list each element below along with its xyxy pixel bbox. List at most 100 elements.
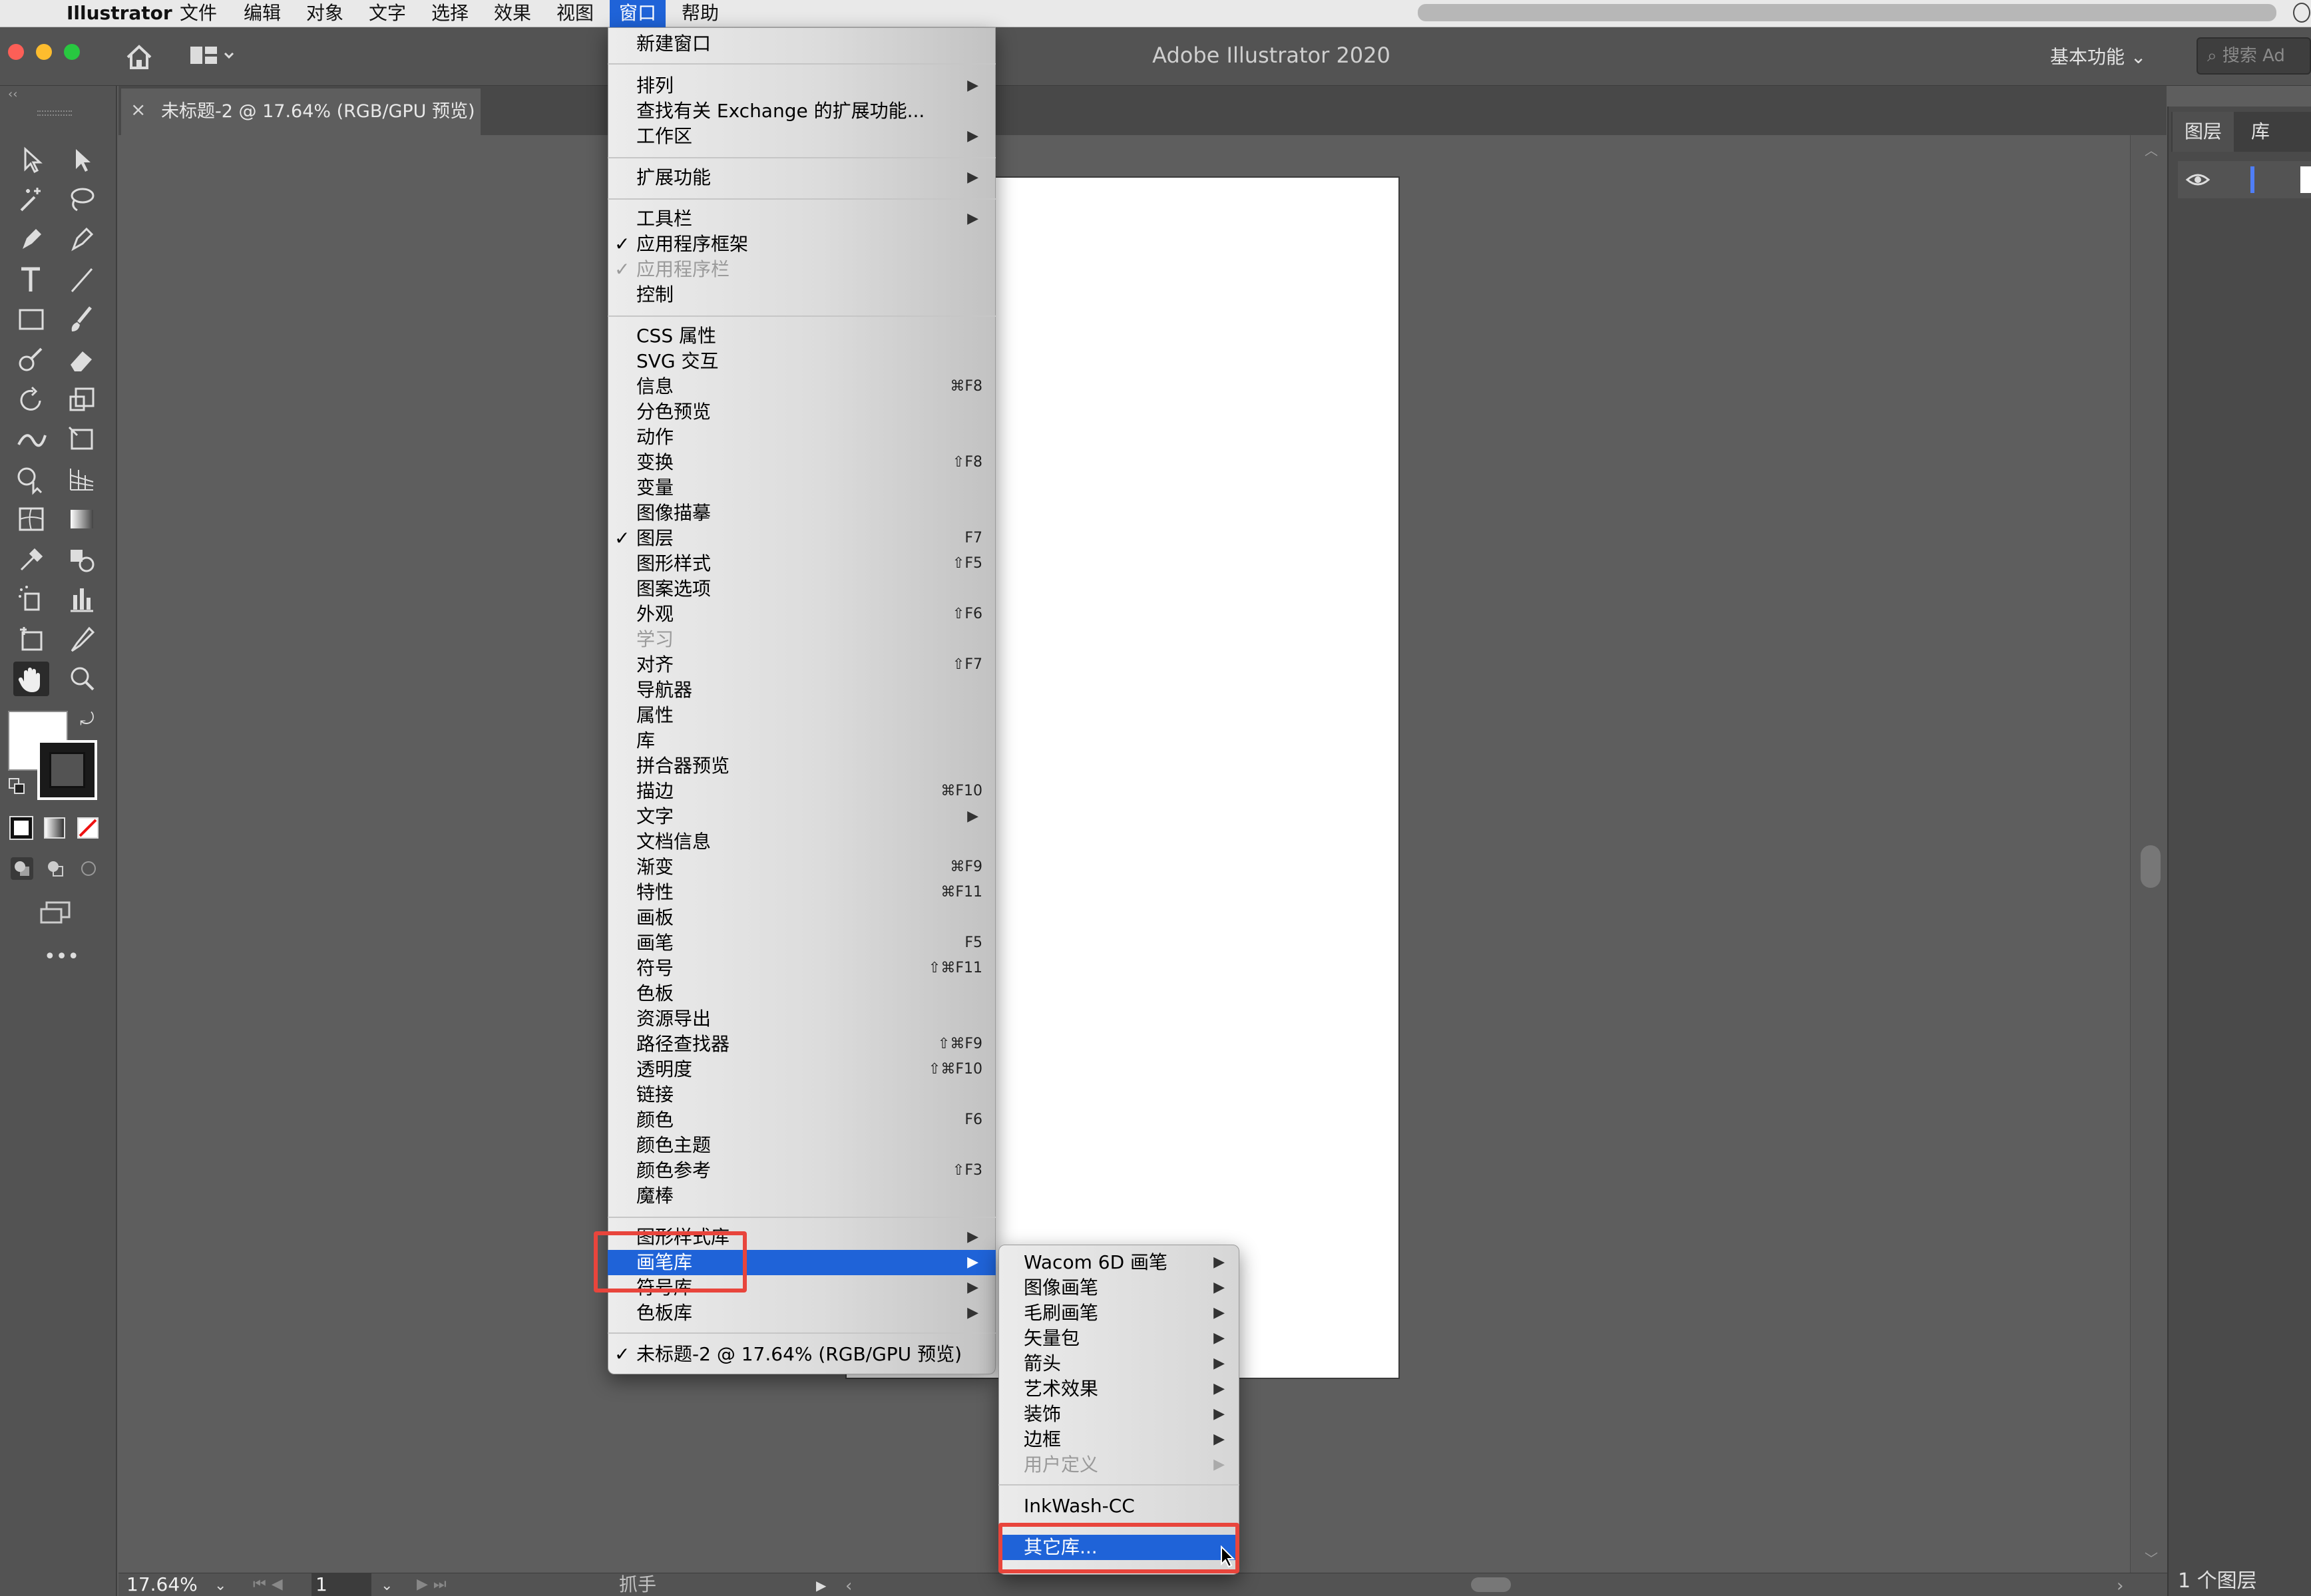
close-tab-icon[interactable]: × xyxy=(130,99,146,121)
paintbrush-tool-icon[interactable] xyxy=(64,302,100,337)
blend-tool-icon[interactable] xyxy=(64,542,100,576)
hand-tool-icon[interactable] xyxy=(13,662,49,696)
type-tool-icon[interactable] xyxy=(13,262,49,297)
draw-normal-icon[interactable] xyxy=(11,857,33,880)
tab-layers[interactable]: 图层 xyxy=(2173,112,2234,152)
magic-wand-tool-icon[interactable] xyxy=(13,182,49,217)
tab-libraries[interactable]: 库 xyxy=(2239,112,2282,152)
submenu-item-wacom-6d[interactable]: Wacom 6D 画笔 ▶ xyxy=(998,1250,1239,1275)
menu-item-open-document[interactable]: ✓ 未标题-2 @ 17.64% (RGB/GPU 预览) xyxy=(608,1342,996,1367)
menu-item-attributes[interactable]: 特性 ⌘F11 xyxy=(608,880,996,905)
workspace-switcher[interactable]: 基本功能 ⌄ xyxy=(2050,43,2183,69)
zoom-dropdown-icon[interactable]: ⌄ xyxy=(214,1577,230,1594)
menu-item-stroke[interactable]: 描边 ⌘F10 xyxy=(608,779,996,804)
menu-item-appearance[interactable]: 外观 ⇧F6 xyxy=(608,602,996,627)
scroll-right-icon[interactable]: › xyxy=(2117,1576,2130,1596)
menu-window[interactable]: 窗口 xyxy=(610,0,666,27)
close-window-button[interactable] xyxy=(8,44,24,60)
status-menu-icon[interactable]: ▶ xyxy=(816,1577,829,1593)
symbol-sprayer-tool-icon[interactable] xyxy=(13,582,49,616)
menu-item-separations-preview[interactable]: 分色预览 xyxy=(608,399,996,425)
artboard-dropdown-icon[interactable]: ⌄ xyxy=(381,1577,397,1594)
menu-edit[interactable]: 编辑 xyxy=(234,0,290,27)
slice-tool-icon[interactable] xyxy=(64,622,100,656)
gradient-tool-icon[interactable] xyxy=(64,502,100,536)
menu-item-type[interactable]: 文字 ▶ xyxy=(608,804,996,829)
menu-item-transparency[interactable]: 透明度 ⇧⌘F10 xyxy=(608,1057,996,1082)
menu-item-layers[interactable]: ✓ 图层 F7 xyxy=(608,526,996,551)
menu-item-image-trace[interactable]: 图像描摹 xyxy=(608,500,996,526)
swap-fill-stroke-icon[interactable]: ⤾ xyxy=(80,709,100,729)
apple-icon[interactable] xyxy=(20,1,39,24)
vertical-scroll-thumb[interactable] xyxy=(2141,845,2161,888)
menu-item-flattener-preview[interactable]: 拼合器预览 xyxy=(608,753,996,779)
menu-item-gradient[interactable]: 渐变 ⌘F9 xyxy=(608,855,996,880)
menu-item-document-info[interactable]: 文档信息 xyxy=(608,829,996,855)
menu-item-css-properties[interactable]: CSS 属性 xyxy=(608,323,996,349)
menu-item-asset-export[interactable]: 资源导出 xyxy=(608,1006,996,1032)
width-tool-icon[interactable] xyxy=(13,422,49,457)
menu-item-magic-wand[interactable]: 魔棒 xyxy=(608,1183,996,1209)
horizontal-scroll-thumb[interactable] xyxy=(1471,1577,1511,1592)
menu-help[interactable]: 帮助 xyxy=(672,0,728,27)
submenu-item-decorative[interactable]: 装饰 ▶ xyxy=(998,1402,1239,1427)
arrange-documents-icon[interactable] xyxy=(189,44,237,68)
menu-item-arrange[interactable]: 排列 ▶ xyxy=(608,73,996,99)
collapse-panel-icon[interactable]: ‹‹ xyxy=(8,89,28,100)
menu-item-links[interactable]: 链接 xyxy=(608,1082,996,1107)
draw-behind-icon[interactable] xyxy=(44,857,67,880)
curvature-tool-icon[interactable] xyxy=(64,222,100,257)
menu-item-artboards[interactable]: 画板 xyxy=(608,905,996,930)
gradient-mode-icon[interactable] xyxy=(44,817,65,839)
zoom-tool-icon[interactable] xyxy=(64,662,100,696)
shaper-tool-icon[interactable] xyxy=(13,342,49,377)
grip-handle[interactable] xyxy=(37,110,72,116)
perspective-grid-tool-icon[interactable] xyxy=(64,462,100,497)
menu-effect[interactable]: 效果 xyxy=(485,0,540,27)
free-transform-tool-icon[interactable] xyxy=(64,422,100,457)
visibility-eye-icon[interactable] xyxy=(2185,166,2211,193)
draw-inside-icon[interactable] xyxy=(77,857,100,880)
screen-mode-icon[interactable] xyxy=(37,898,75,926)
menu-item-graphic-styles[interactable]: 图形样式 ⇧F5 xyxy=(608,551,996,576)
menu-item-info[interactable]: 信息 ⌘F8 xyxy=(608,374,996,399)
scale-tool-icon[interactable] xyxy=(64,382,100,417)
menu-item-transform[interactable]: 变换 ⇧F8 xyxy=(608,450,996,475)
submenu-item-arrows[interactable]: 箭头 ▶ xyxy=(998,1351,1239,1376)
submenu-item-borders[interactable]: 边框 ▶ xyxy=(998,1427,1239,1452)
more-tools-icon[interactable]: ••• xyxy=(44,947,79,967)
menu-item-svg-interactivity[interactable]: SVG 交互 xyxy=(608,349,996,374)
menu-item-navigator[interactable]: 导航器 xyxy=(608,678,996,703)
menu-select[interactable]: 选择 xyxy=(422,0,478,27)
line-segment-tool-icon[interactable] xyxy=(64,262,100,297)
scroll-left-icon[interactable]: ‹ xyxy=(845,1576,859,1596)
menu-object[interactable]: 对象 xyxy=(297,0,353,27)
zoom-level[interactable]: 17.64% xyxy=(126,1573,206,1596)
menu-item-libraries[interactable]: 库 xyxy=(608,728,996,753)
menu-item-color-themes[interactable]: 颜色主题 xyxy=(608,1133,996,1158)
submenu-item-bristle-brushes[interactable]: 毛刷画笔 ▶ xyxy=(998,1300,1239,1326)
menu-view[interactable]: 视图 xyxy=(547,0,603,27)
menu-item-swatches[interactable]: 色板 xyxy=(608,981,996,1006)
menu-item-extensions[interactable]: 扩展功能 ▶ xyxy=(608,165,996,190)
submenu-item-vector-packs[interactable]: 矢量包 ▶ xyxy=(998,1326,1239,1351)
menu-item-pattern-options[interactable]: 图案选项 xyxy=(608,576,996,602)
home-icon[interactable] xyxy=(124,41,154,72)
menu-item-control[interactable]: 控制 xyxy=(608,282,996,307)
menu-item-toolbars[interactable]: 工具栏 ▶ xyxy=(608,206,996,232)
default-fill-stroke-icon[interactable] xyxy=(8,777,27,796)
menu-item-variables[interactable]: 变量 xyxy=(608,475,996,500)
selection-tool-icon[interactable] xyxy=(13,142,49,177)
artboard-number[interactable]: 1 xyxy=(312,1573,371,1596)
column-graph-tool-icon[interactable] xyxy=(64,582,100,616)
color-mode-icon[interactable] xyxy=(9,816,33,840)
menu-item-pathfinder[interactable]: 路径查找器 ⇧⌘F9 xyxy=(608,1032,996,1057)
none-mode-icon[interactable] xyxy=(77,817,99,839)
pen-tool-icon[interactable] xyxy=(13,222,49,257)
shape-builder-tool-icon[interactable] xyxy=(13,462,49,497)
direct-selection-tool-icon[interactable] xyxy=(64,142,100,177)
menu-item-properties[interactable]: 属性 xyxy=(608,703,996,728)
scroll-up-icon[interactable]: ︿ xyxy=(2145,140,2158,158)
submenu-item-artistic[interactable]: 艺术效果 ▶ xyxy=(998,1376,1239,1402)
lasso-tool-icon[interactable] xyxy=(64,182,100,217)
